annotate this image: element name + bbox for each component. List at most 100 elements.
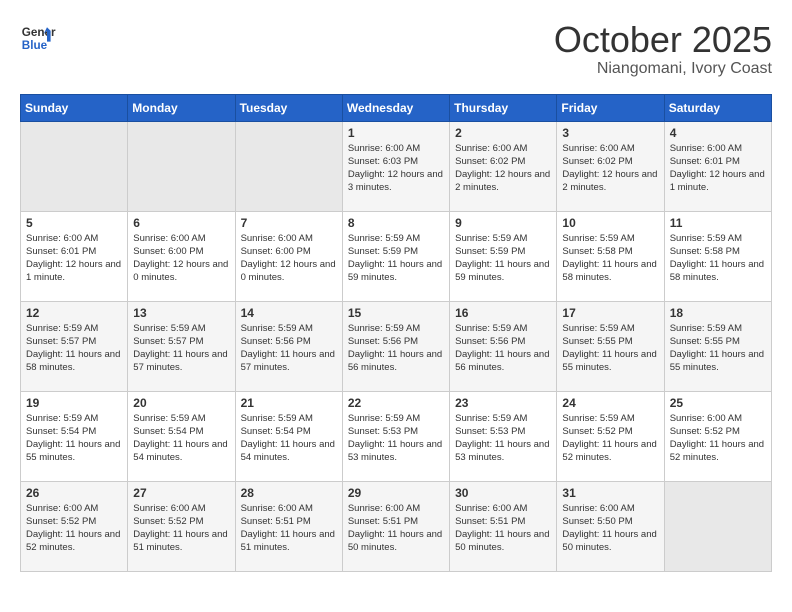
day-cell: 30 Sunrise: 6:00 AM Sunset: 5:51 PM Dayli… — [450, 481, 557, 571]
day-number: 31 — [562, 486, 658, 500]
day-cell: 17 Sunrise: 5:59 AM Sunset: 5:55 PM Dayli… — [557, 301, 664, 391]
day-cell: 27 Sunrise: 6:00 AM Sunset: 5:52 PM Dayli… — [128, 481, 235, 571]
calendar-subtitle: Niangomani, Ivory Coast — [554, 60, 772, 78]
day-number: 18 — [670, 306, 766, 320]
day-number: 13 — [133, 306, 229, 320]
day-info: Sunrise: 6:00 AM Sunset: 6:02 PM Dayligh… — [455, 142, 551, 195]
day-info: Sunrise: 6:00 AM Sunset: 5:51 PM Dayligh… — [348, 502, 444, 555]
day-number: 8 — [348, 216, 444, 230]
week-row-5: 26Sunrise: 6:00 AM Sunset: 5:52 PM Dayli… — [21, 481, 772, 571]
day-info: Sunrise: 5:59 AM Sunset: 5:57 PM Dayligh… — [133, 322, 229, 375]
day-cell: 16 Sunrise: 5:59 AM Sunset: 5:56 PM Dayli… — [450, 301, 557, 391]
day-info: Sunrise: 5:59 AM Sunset: 5:52 PM Dayligh… — [562, 412, 658, 465]
day-number: 19 — [26, 396, 122, 410]
day-number: 16 — [455, 306, 551, 320]
page-header: General Blue October 2025 Niangomani, Iv… — [20, 20, 772, 78]
logo: General Blue — [20, 20, 56, 56]
day-number: 14 — [241, 306, 337, 320]
day-cell: 24 Sunrise: 5:59 AM Sunset: 5:52 PM Dayli… — [557, 391, 664, 481]
day-number: 11 — [670, 216, 766, 230]
week-row-2: 5 Sunrise: 6:00 AM Sunset: 6:01 PM Daylig… — [21, 211, 772, 301]
day-info: Sunrise: 6:00 AM Sunset: 5:51 PM Dayligh… — [241, 502, 337, 555]
day-info: Sunrise: 6:00 AM Sunset: 5:52 PM Dayligh… — [26, 502, 122, 555]
day-cell: 12Sunrise: 5:59 AM Sunset: 5:57 PM Dayli… — [21, 301, 128, 391]
day-info: Sunrise: 5:59 AM Sunset: 5:56 PM Dayligh… — [348, 322, 444, 375]
day-number: 9 — [455, 216, 551, 230]
calendar-header-row: SundayMondayTuesdayWednesdayThursdayFrid… — [21, 94, 772, 121]
title-block: October 2025 Niangomani, Ivory Coast — [554, 20, 772, 78]
day-number: 6 — [133, 216, 229, 230]
day-info: Sunrise: 5:59 AM Sunset: 5:54 PM Dayligh… — [133, 412, 229, 465]
week-row-3: 12 Sunrise: 5:59 AM Sunset: 5:57 PM Dayli… — [21, 301, 772, 391]
day-number: 7 — [241, 216, 337, 230]
header-monday: Monday — [128, 94, 235, 121]
day-info: Sunrise: 5:59 AM Sunset: 5:53 PM Dayligh… — [348, 412, 444, 465]
svg-text:General: General — [22, 26, 56, 39]
day-number: 17 — [562, 306, 658, 320]
day-number: 15 — [348, 306, 444, 320]
header-sunday: Sunday — [21, 94, 128, 121]
day-cell: 31 Sunrise: 6:00 AM Sunset: 5:50 PM Dayli… — [557, 481, 664, 571]
day-number: 4 — [670, 126, 766, 140]
calendar-title: October 2025 — [554, 20, 772, 60]
calendar-table: SundayMondayTuesdayWednesdayThursdayFrid… — [20, 94, 772, 572]
day-cell: 23Sunrise: 5:59 AM Sunset: 5:53 PM Dayli… — [450, 391, 557, 481]
day-info: Sunrise: 6:00 AM Sunset: 6:00 PM Dayligh… — [133, 232, 229, 285]
day-cell — [664, 481, 771, 571]
day-info: Sunrise: 5:59 AM Sunset: 5:54 PM Dayligh… — [26, 412, 122, 465]
day-cell: 3 Sunrise: 6:00 AM Sunset: 6:02 PM Daylig… — [557, 121, 664, 211]
day-number: 12 — [26, 306, 122, 320]
day-number: 30 — [455, 486, 551, 500]
day-cell: 1 Sunrise: 6:00 AM Sunset: 6:03 PM Daylig… — [342, 121, 449, 211]
header-saturday: Saturday — [664, 94, 771, 121]
day-info: Sunrise: 6:00 AM Sunset: 5:51 PM Dayligh… — [455, 502, 551, 555]
day-cell: 5 Sunrise: 6:00 AM Sunset: 6:01 PM Daylig… — [21, 211, 128, 301]
day-info: Sunrise: 6:00 AM Sunset: 6:02 PM Dayligh… — [562, 142, 658, 195]
day-cell: 14 Sunrise: 5:59 AM Sunset: 5:56 PM Dayli… — [235, 301, 342, 391]
day-info: Sunrise: 5:59 AM Sunset: 5:55 PM Dayligh… — [562, 322, 658, 375]
day-number: 24 — [562, 396, 658, 410]
day-info: Sunrise: 6:00 AM Sunset: 6:03 PM Dayligh… — [348, 142, 444, 195]
header-thursday: Thursday — [450, 94, 557, 121]
day-number: 20 — [133, 396, 229, 410]
week-row-4: 19 Sunrise: 5:59 AM Sunset: 5:54 PM Dayli… — [21, 391, 772, 481]
day-cell: 9 Sunrise: 5:59 AM Sunset: 5:59 PM Daylig… — [450, 211, 557, 301]
day-number: 3 — [562, 126, 658, 140]
day-info: Sunrise: 5:59 AM Sunset: 5:54 PM Dayligh… — [241, 412, 337, 465]
day-cell: 19 Sunrise: 5:59 AM Sunset: 5:54 PM Dayli… — [21, 391, 128, 481]
day-number: 2 — [455, 126, 551, 140]
day-cell — [128, 121, 235, 211]
day-cell: 2 Sunrise: 6:00 AM Sunset: 6:02 PM Daylig… — [450, 121, 557, 211]
day-cell: 25Sunrise: 6:00 AM Sunset: 5:52 PM Dayli… — [664, 391, 771, 481]
day-info: Sunrise: 5:59 AM Sunset: 5:56 PM Dayligh… — [455, 322, 551, 375]
day-info: Sunrise: 6:00 AM Sunset: 5:52 PM Dayligh… — [133, 502, 229, 555]
day-info: Sunrise: 6:00 AM Sunset: 6:01 PM Dayligh… — [26, 232, 122, 285]
day-cell — [21, 121, 128, 211]
day-cell: 26Sunrise: 6:00 AM Sunset: 5:52 PM Dayli… — [21, 481, 128, 571]
day-cell: 28Sunrise: 6:00 AM Sunset: 5:51 PM Dayli… — [235, 481, 342, 571]
day-info: Sunrise: 5:59 AM Sunset: 5:58 PM Dayligh… — [670, 232, 766, 285]
day-number: 1 — [348, 126, 444, 140]
day-info: Sunrise: 5:59 AM Sunset: 5:56 PM Dayligh… — [241, 322, 337, 375]
day-info: Sunrise: 5:59 AM Sunset: 5:59 PM Dayligh… — [455, 232, 551, 285]
day-info: Sunrise: 5:59 AM Sunset: 5:53 PM Dayligh… — [455, 412, 551, 465]
day-info: Sunrise: 5:59 AM Sunset: 5:59 PM Dayligh… — [348, 232, 444, 285]
day-cell: 22Sunrise: 5:59 AM Sunset: 5:53 PM Dayli… — [342, 391, 449, 481]
day-cell: 6 Sunrise: 6:00 AM Sunset: 6:00 PM Daylig… — [128, 211, 235, 301]
day-cell: 8 Sunrise: 5:59 AM Sunset: 5:59 PM Daylig… — [342, 211, 449, 301]
day-number: 27 — [133, 486, 229, 500]
day-number: 5 — [26, 216, 122, 230]
day-cell: 10Sunrise: 5:59 AM Sunset: 5:58 PM Dayli… — [557, 211, 664, 301]
day-info: Sunrise: 6:00 AM Sunset: 5:50 PM Dayligh… — [562, 502, 658, 555]
day-cell: 18 Sunrise: 5:59 AM Sunset: 5:55 PM Dayli… — [664, 301, 771, 391]
day-cell: 21Sunrise: 5:59 AM Sunset: 5:54 PM Dayli… — [235, 391, 342, 481]
logo-icon: General Blue — [20, 20, 56, 56]
week-row-1: 1 Sunrise: 6:00 AM Sunset: 6:03 PM Daylig… — [21, 121, 772, 211]
day-cell: 15 Sunrise: 5:59 AM Sunset: 5:56 PM Dayli… — [342, 301, 449, 391]
day-info: Sunrise: 5:59 AM Sunset: 5:55 PM Dayligh… — [670, 322, 766, 375]
header-tuesday: Tuesday — [235, 94, 342, 121]
day-info: Sunrise: 6:00 AM Sunset: 6:01 PM Dayligh… — [670, 142, 766, 195]
header-wednesday: Wednesday — [342, 94, 449, 121]
header-friday: Friday — [557, 94, 664, 121]
day-number: 25 — [670, 396, 766, 410]
